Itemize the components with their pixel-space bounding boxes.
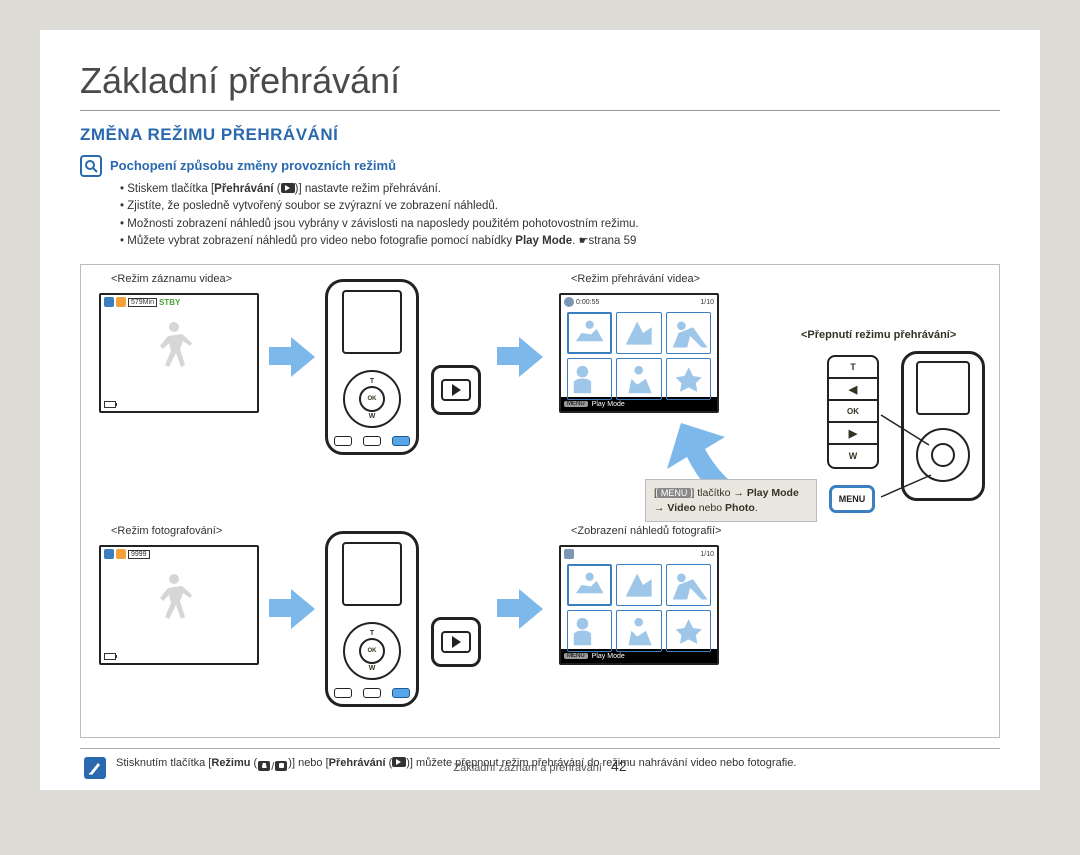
- device-buttons: [328, 436, 416, 446]
- counter: 1/10: [700, 299, 714, 306]
- bullet-item: Zjistíte, že posledně vytvořený soubor s…: [120, 198, 1000, 215]
- label-video-play: <Režim přehrávání videa>: [571, 273, 700, 285]
- photo-icon: [116, 549, 126, 559]
- stby-label: STBY: [159, 298, 180, 307]
- sub-heading: Pochopení způsobu změny provozních režim…: [110, 155, 396, 177]
- subhead-row: Pochopení způsobu změny provozních režim…: [80, 155, 1000, 177]
- tip-box: [MENU] tlačítko → Play Mode → Video nebo…: [645, 479, 817, 522]
- playmode-label: Play Mode: [592, 653, 625, 660]
- playmode-label: Play Mode: [592, 401, 625, 408]
- lcd-photo-thumbnails: 1/10 MENU Play Mode: [559, 545, 719, 665]
- footer-text: Základní záznam a přehrávání: [453, 762, 602, 774]
- battery-icon: [104, 653, 116, 660]
- label-photo-thumb: <Zobrazení náhledů fotografií>: [571, 525, 721, 537]
- page-number: 42: [611, 758, 627, 774]
- zoom-control: T ◀ OK ▶ W: [827, 355, 879, 469]
- arrow-right-icon: [495, 335, 545, 379]
- device-buttons: [328, 688, 416, 698]
- photo-count: 9999: [128, 550, 150, 559]
- divider: [80, 110, 1000, 111]
- menu-chip: MENU: [657, 488, 692, 498]
- arrow-right-icon: [267, 335, 317, 379]
- device-illustration: T W OK: [325, 531, 419, 707]
- play-icon: [281, 183, 295, 193]
- card-icon: [104, 549, 114, 559]
- menu-button-callout: MENU: [829, 485, 875, 513]
- lcd-video-record: 579Min STBY: [99, 293, 259, 413]
- label-video-rec: <Režim záznamu videa>: [111, 273, 232, 285]
- menu-chip: MENU: [564, 653, 588, 659]
- globe-icon: [564, 297, 574, 307]
- device-illustration: T W OK: [325, 279, 419, 455]
- connector-line: [877, 405, 937, 505]
- menu-chip: MENU: [564, 401, 588, 407]
- hand-icon: ☛: [579, 235, 589, 247]
- lcd-photo-record: 9999: [99, 545, 259, 665]
- dpad: T W OK: [343, 622, 401, 680]
- divider: [80, 748, 1000, 749]
- dpad: T W OK: [343, 370, 401, 428]
- arrow-right-icon: [267, 587, 317, 631]
- page-title: Základní přehrávání: [80, 60, 1000, 102]
- diagram: <Režim záznamu videa> <Režim přehrávání …: [80, 264, 1000, 738]
- page-footer: Základní záznam a přehrávání 42: [40, 758, 1040, 774]
- bullet-item: Stiskem tlačítka [Přehrávání ()] nastavt…: [120, 181, 1000, 198]
- lcd-video-thumbnails: 0:00:55 1/10 MENU Play Mode: [559, 293, 719, 413]
- magnify-icon: [80, 155, 102, 177]
- section-heading: ZMĚNA REŽIMU PŘEHRÁVÁNÍ: [80, 125, 1000, 145]
- play-button-callout: [431, 617, 481, 667]
- photo-mode-icon: [564, 549, 574, 559]
- label-photo-rec: <Režim fotografování>: [111, 525, 222, 537]
- bullet-list: Stiskem tlačítka [Přehrávání ()] nastavt…: [80, 181, 1000, 250]
- arrow-right-icon: [495, 587, 545, 631]
- time-remaining: 579Min: [128, 298, 157, 307]
- bullet-item: Možnosti zobrazení náhledů jsou vybrány …: [120, 216, 1000, 233]
- play-button-callout: [431, 365, 481, 415]
- manual-page: Základní přehrávání ZMĚNA REŽIMU PŘEHRÁV…: [40, 30, 1040, 790]
- play-time: 0:00:55: [576, 299, 599, 306]
- counter: 1/10: [700, 551, 714, 558]
- figure-silhouette: [154, 570, 194, 630]
- switch-mode-label: <Přepnutí režimu přehrávání>: [801, 329, 956, 341]
- figure-silhouette: [154, 318, 194, 378]
- bullet-item: Můžete vybrat zobrazení náhledů pro vide…: [120, 233, 1000, 250]
- card-icon: [104, 297, 114, 307]
- rec-icon: [116, 297, 126, 307]
- battery-icon: [104, 401, 116, 408]
